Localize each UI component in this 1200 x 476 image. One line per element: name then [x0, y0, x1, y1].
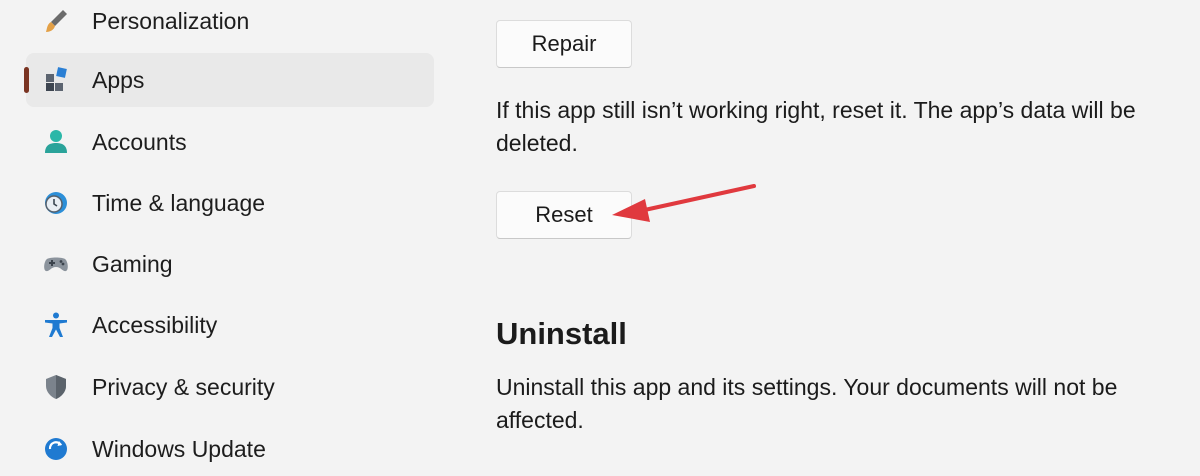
- sidebar-item-label: Personalization: [92, 8, 250, 34]
- sidebar-item-label: Accessibility: [92, 312, 218, 338]
- sidebar-item-label: Accounts: [92, 129, 187, 155]
- sidebar-item-label: Apps: [92, 67, 145, 93]
- accessibility-icon: [42, 311, 70, 339]
- sidebar-item-time-language[interactable]: Time & language: [26, 176, 434, 230]
- gamepad-icon: [42, 250, 70, 278]
- sidebar-item-personalization[interactable]: Personalization: [26, 0, 434, 48]
- shield-icon: [42, 373, 70, 401]
- uninstall-heading: Uninstall: [496, 316, 627, 351]
- repair-button[interactable]: Repair: [496, 20, 632, 68]
- sidebar-item-label: Gaming: [92, 251, 173, 277]
- selection-indicator: [24, 67, 29, 93]
- uninstall-description: Uninstall this app and its settings. You…: [496, 374, 1118, 433]
- reset-button[interactable]: Reset: [496, 191, 632, 239]
- sidebar-item-accounts[interactable]: Accounts: [26, 115, 434, 169]
- sidebar-item-gaming[interactable]: Gaming: [26, 237, 434, 291]
- sidebar-item-privacy-security[interactable]: Privacy & security: [26, 360, 434, 414]
- sidebar-item-apps[interactable]: Apps: [24, 53, 434, 107]
- person-icon: [42, 128, 70, 156]
- globe-clock-icon: [42, 189, 70, 217]
- sidebar-nav: Personalization Apps Accounts Time & lan…: [0, 0, 450, 462]
- paintbrush-icon: [42, 7, 70, 35]
- sidebar-item-label: Windows Update: [92, 436, 266, 462]
- sidebar-item-label: Time & language: [92, 190, 266, 216]
- update-icon: [42, 435, 70, 463]
- sidebar-item-label: Privacy & security: [92, 374, 275, 400]
- app-settings-content: Repair If this app still isn’t working r…: [496, 0, 1196, 447]
- apps-icon: [42, 66, 70, 94]
- reset-description: If this app still isn’t working right, r…: [496, 97, 1136, 156]
- sidebar-item-windows-update[interactable]: Windows Update: [26, 422, 434, 476]
- sidebar-item-accessibility[interactable]: Accessibility: [26, 298, 434, 352]
